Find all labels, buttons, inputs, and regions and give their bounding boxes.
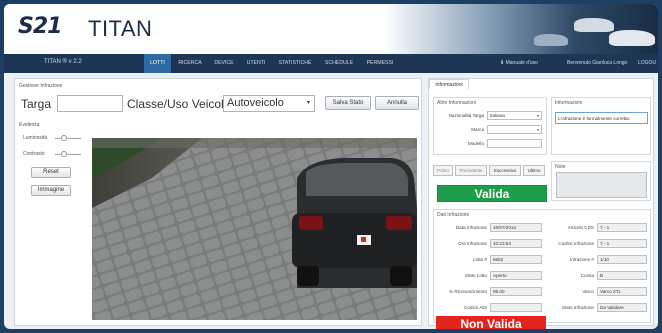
codice-infrazione-label: Codice Infrazione bbox=[558, 241, 594, 246]
primo-button[interactable]: Primo bbox=[433, 165, 453, 176]
riconoscimento-label: % Riconoscimento bbox=[448, 289, 487, 294]
dati-title: Dati Infrazione bbox=[437, 212, 470, 218]
lotto-value: 6652 bbox=[490, 255, 542, 264]
articolo-cds-value: 7 - 1 bbox=[597, 223, 647, 232]
varco-value: Varco ZTL bbox=[597, 287, 647, 296]
varco-label: Varco bbox=[582, 289, 594, 294]
ultimo-button[interactable]: Ultimo bbox=[523, 165, 545, 176]
corsia-label: Corsia bbox=[580, 273, 594, 278]
app-version: TITAN ® v 2.2 bbox=[44, 59, 82, 65]
luminosita-track bbox=[55, 138, 81, 139]
dati-infrazione-box: Dati Infrazione Data Infrazione 16/07/20… bbox=[433, 209, 651, 323]
cancel-button[interactable]: Annulla bbox=[375, 96, 419, 110]
marca-label: Marca bbox=[471, 127, 484, 132]
contrasto-track bbox=[55, 154, 81, 155]
reset-button[interactable]: Reset bbox=[31, 167, 71, 178]
precedente-button[interactable]: Precedente bbox=[455, 165, 487, 176]
note-box: Note bbox=[551, 161, 651, 201]
ora-infrazione-label: Ora infrazione bbox=[458, 241, 487, 246]
manual-link[interactable]: ⬇ Manuale d'uso bbox=[500, 54, 538, 73]
altre-info-box: Altre Informazioni Nazionalità Targa Ita… bbox=[433, 97, 547, 155]
vehicle-photo bbox=[92, 138, 417, 320]
codice-infrazione-value: 7 - 1 bbox=[597, 239, 647, 248]
riconoscimento-value: 99.00 bbox=[490, 287, 542, 296]
main-navbar: TITAN ® v 2.2 LOTTI RICERCA DEVICE UTENT… bbox=[4, 54, 658, 73]
lotto-label: Lotto # bbox=[472, 257, 487, 262]
marca-select[interactable]: ▾ bbox=[487, 125, 542, 134]
logo-product: TITAN bbox=[88, 16, 153, 41]
informazioni-title: Informazioni bbox=[555, 100, 583, 106]
codice-adi-label: Codice ADI bbox=[464, 305, 487, 310]
modello-input[interactable] bbox=[487, 139, 542, 148]
tab-permessi[interactable]: PERMESSI bbox=[362, 54, 398, 73]
infrazione-num-label: Infrazione # bbox=[569, 257, 594, 262]
altre-info-title: Altre Informazioni bbox=[437, 100, 476, 106]
stato-infrazione-value: Da Validare bbox=[597, 303, 647, 312]
logout-link[interactable]: LOGOU bbox=[638, 54, 656, 73]
app-window: S21 TITAN TITAN ® v 2.2 LOTTI RICERCA DE… bbox=[4, 4, 658, 329]
codice-adi-value bbox=[490, 303, 542, 312]
nazionalita-label: Nazionalità Targa bbox=[448, 113, 484, 118]
gestione-title: Gestione Infrazione bbox=[19, 83, 63, 89]
non-valida-button[interactable]: Non Valida bbox=[436, 316, 546, 329]
stato-lotto-value: Aperto bbox=[490, 271, 542, 280]
tab-informazioni[interactable]: Informazioni bbox=[429, 79, 469, 89]
tab-device[interactable]: DEVICE bbox=[209, 54, 239, 73]
informazioni-text: L'infrazione è formalmente corretta. bbox=[555, 112, 648, 124]
info-panel: Informazioni Altre Informazioni Nazional… bbox=[428, 78, 654, 326]
chevron-down-icon: ▾ bbox=[536, 113, 539, 118]
chevron-down-icon: ▾ bbox=[306, 100, 310, 106]
logo-mark: S21 bbox=[18, 14, 62, 39]
corsia-value: B bbox=[597, 271, 647, 280]
header: S21 TITAN bbox=[4, 4, 658, 54]
data-infrazione-value: 16/07/2014 bbox=[490, 223, 542, 232]
tab-statistiche[interactable]: STATISTICHE bbox=[274, 54, 316, 73]
car-shape bbox=[292, 158, 417, 288]
tab-ricerca[interactable]: RICERCA bbox=[174, 54, 206, 73]
valida-button[interactable]: Valida bbox=[437, 185, 547, 202]
save-button[interactable]: Salva Stato bbox=[325, 96, 371, 110]
note-title: Note bbox=[555, 164, 566, 170]
articolo-cds-label: Articolo CDS bbox=[567, 225, 594, 230]
welcome-text: Benvenuto Gianluca Longo bbox=[567, 60, 628, 66]
header-banner-image bbox=[384, 4, 658, 54]
modello-label: Modello bbox=[467, 141, 484, 146]
tab-utenti[interactable]: UTENTI bbox=[242, 54, 270, 73]
luminosita-slider[interactable] bbox=[61, 135, 67, 141]
data-infrazione-label: Data Infrazione bbox=[455, 225, 487, 230]
classe-label: Classe/Uso Veicolo bbox=[127, 97, 231, 111]
successivo-button[interactable]: Successivo bbox=[489, 165, 521, 176]
tab-schedule[interactable]: SCHEDULE bbox=[321, 54, 357, 73]
targa-input[interactable] bbox=[57, 95, 123, 112]
evidenza-title: Evidenza bbox=[19, 122, 40, 128]
luminosita-label: Luminosità bbox=[23, 135, 48, 141]
nazionalita-select[interactable]: Italiana ▾ bbox=[487, 111, 542, 120]
note-textarea[interactable] bbox=[556, 172, 647, 198]
ora-infrazione-value: 10:23:54 bbox=[490, 239, 542, 248]
immagine-button[interactable]: Immagine bbox=[31, 185, 71, 196]
contrasto-slider[interactable] bbox=[61, 151, 67, 157]
stato-infrazione-label: Stato Infrazione bbox=[561, 305, 594, 310]
stato-lotto-label: Stato Lotto bbox=[464, 273, 487, 278]
classe-select[interactable]: Autoveicolo ▾ bbox=[223, 95, 315, 112]
contrasto-label: Contrasto bbox=[23, 151, 45, 157]
infrazione-num-value: 1/10 bbox=[597, 255, 647, 264]
informazioni-box: Informazioni L'infrazione è formalmente … bbox=[551, 97, 651, 155]
chevron-down-icon: ▾ bbox=[536, 127, 539, 132]
tab-lotti[interactable]: LOTTI bbox=[144, 54, 171, 73]
targa-label: Targa bbox=[21, 97, 52, 111]
